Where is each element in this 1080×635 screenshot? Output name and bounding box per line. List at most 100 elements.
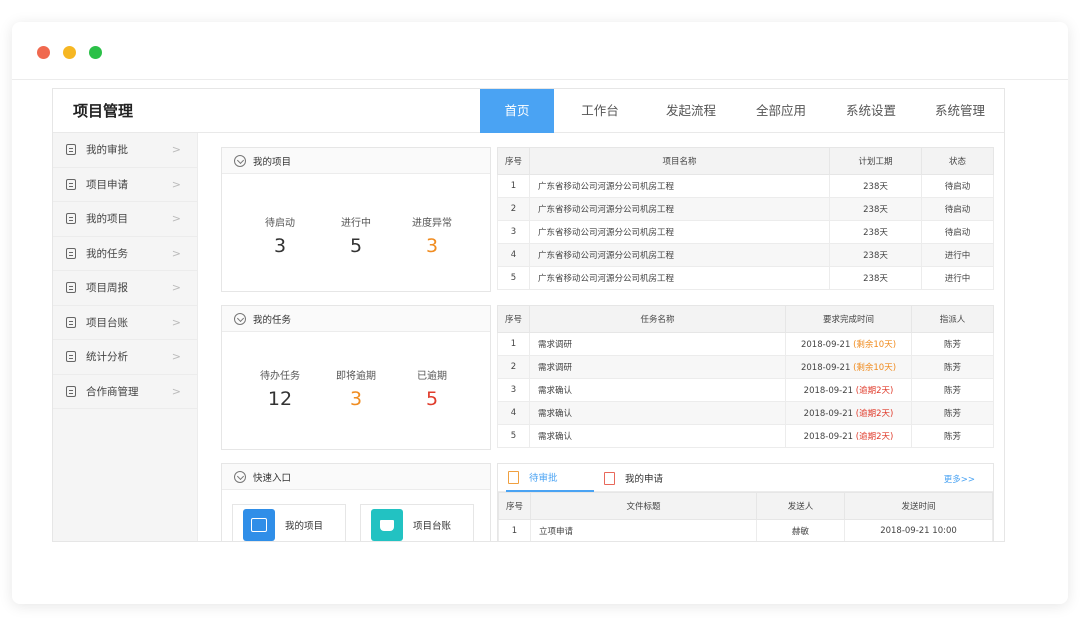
table-row[interactable]: 2 需求调研 2018-09-21 (剩余10天) 陈芳 xyxy=(497,355,994,379)
stat-overdue[interactable]: 已逾期 5 xyxy=(394,367,470,410)
project-status: 待启动 xyxy=(921,220,994,244)
tab-start-process[interactable]: 发起流程 xyxy=(646,89,736,133)
stat-value: 5 xyxy=(425,388,439,410)
list-icon xyxy=(66,178,76,190)
task-assignee: 陈芳 xyxy=(911,401,994,425)
card-title: 快速入口 xyxy=(253,472,292,484)
window-maximize-button[interactable] xyxy=(89,46,102,59)
shortcut-my-projects[interactable]: 我的项目 xyxy=(232,504,346,541)
send-time: 2018-09-21 10:00 xyxy=(844,519,993,541)
pending-doc-icon xyxy=(508,470,519,484)
table-row[interactable]: 3 需求确认 2018-09-21 (逾期2天) 陈芳 xyxy=(497,378,994,402)
table-row[interactable]: 1 立项申请 赫敏 2018-09-21 10:00 xyxy=(498,519,993,541)
table-row[interactable]: 2 广东省移动公司河源分公司机房工程 238天 待启动 xyxy=(497,197,994,221)
row-number: 5 xyxy=(497,424,530,448)
sidebar-item-project-application[interactable]: 项目申请 > xyxy=(53,168,197,202)
sidebar-item-label: 项目申请 xyxy=(86,178,128,191)
my-projects-card: 我的项目 待启动 3 进行中 5 进度异常 3 xyxy=(221,147,491,292)
window-close-button[interactable] xyxy=(37,46,50,59)
sidebar-item-weekly-report[interactable]: 项目周报 > xyxy=(53,271,197,306)
nav-tabs: 首页 工作台 发起流程 全部应用 系统设置 系统管理 xyxy=(480,89,1004,133)
stat-todo[interactable]: 待办任务 12 xyxy=(242,367,318,410)
stat-in-progress[interactable]: 进行中 5 xyxy=(318,214,394,257)
cube-icon xyxy=(234,154,246,167)
cup-icon xyxy=(371,509,403,541)
task-name: 需求调研 xyxy=(529,355,786,379)
stat-label: 进行中 xyxy=(341,218,371,229)
stat-progress-abnormal[interactable]: 进度异常 3 xyxy=(394,214,470,257)
task-name: 需求确认 xyxy=(529,424,786,448)
tab-system-settings[interactable]: 系统设置 xyxy=(826,89,916,133)
project-status: 待启动 xyxy=(921,197,994,221)
project-duration: 238天 xyxy=(829,266,922,290)
chevron-right-icon: > xyxy=(171,315,181,329)
table-row[interactable]: 5 需求确认 2018-09-21 (逾期2天) 陈芳 xyxy=(497,424,994,448)
task-due: 2018-09-21 (剩余10天) xyxy=(785,332,912,356)
column-header: 序号 xyxy=(497,147,530,175)
tab-workbench[interactable]: 工作台 xyxy=(554,89,646,133)
shortcut-label: 项目台账 xyxy=(413,521,452,532)
sidebar-item-my-tasks[interactable]: 我的任务 > xyxy=(53,237,197,271)
sidebar-item-project-ledger[interactable]: 项目台账 > xyxy=(53,306,197,340)
shortcut-label: 我的项目 xyxy=(285,521,324,532)
sender: 赫敏 xyxy=(756,519,845,541)
tab-system-management[interactable]: 系统管理 xyxy=(916,89,1004,133)
stat-value: 3 xyxy=(273,235,287,257)
sidebar-item-partner-management[interactable]: 合作商管理 > xyxy=(53,375,197,409)
task-assignee: 陈芳 xyxy=(911,424,994,448)
project-name: 广东省移动公司河源分公司机房工程 xyxy=(529,197,830,221)
sidebar-item-my-approval[interactable]: 我的审批 > xyxy=(53,133,197,168)
quick-entry-card: 快速入口 我的项目 项目台账 xyxy=(221,463,491,541)
sidebar-item-label: 合作商管理 xyxy=(86,385,139,398)
list-icon xyxy=(66,282,76,294)
stat-pending-start[interactable]: 待启动 3 xyxy=(242,214,318,257)
due-note: (剩余10天) xyxy=(853,363,897,373)
tab-pending-approval[interactable]: 待审批 xyxy=(506,464,594,492)
stat-value: 3 xyxy=(349,388,363,410)
chevron-right-icon: > xyxy=(171,246,181,260)
task-name: 需求确认 xyxy=(529,401,786,425)
due-note: (逾期2天) xyxy=(855,409,894,419)
tab-label: 待审批 xyxy=(529,473,558,484)
table-row[interactable]: 4 广东省移动公司河源分公司机房工程 238天 进行中 xyxy=(497,243,994,267)
stat-label: 进度异常 xyxy=(412,218,452,229)
tab-home[interactable]: 首页 xyxy=(480,89,554,133)
card-header: 我的项目 xyxy=(222,148,490,174)
card-header: 我的任务 xyxy=(222,306,490,332)
tab-all-apps[interactable]: 全部应用 xyxy=(736,89,826,133)
table-row[interactable]: 1 需求调研 2018-09-21 (剩余10天) 陈芳 xyxy=(497,332,994,356)
project-status: 进行中 xyxy=(921,266,994,290)
stat-value: 3 xyxy=(425,235,439,257)
sidebar-item-label: 我的项目 xyxy=(86,213,128,226)
project-name: 广东省移动公司河源分公司机房工程 xyxy=(529,174,830,198)
main-content: 我的项目 待启动 3 进行中 5 进度异常 3 我的任务 待办任务 12 即将逾… xyxy=(199,133,1004,541)
tab-my-applications[interactable]: 我的申请 xyxy=(604,464,663,492)
window-minimize-button[interactable] xyxy=(63,46,76,59)
task-assignee: 陈芳 xyxy=(911,378,994,402)
sidebar-item-my-projects[interactable]: 我的项目 > xyxy=(53,202,197,237)
sidebar-item-statistics[interactable]: 统计分析 > xyxy=(53,340,197,375)
table-row[interactable]: 5 广东省移动公司河源分公司机房工程 238天 进行中 xyxy=(497,266,994,290)
chevron-right-icon: > xyxy=(171,350,181,364)
stat-due-soon[interactable]: 即将逾期 3 xyxy=(318,367,394,410)
due-date: 2018-09-21 xyxy=(803,409,854,419)
column-header: 项目名称 xyxy=(529,147,830,175)
shortcut-project-ledger[interactable]: 项目台账 xyxy=(360,504,474,541)
due-note: (逾期2天) xyxy=(855,386,894,396)
card-title: 我的任务 xyxy=(253,314,292,326)
row-number: 2 xyxy=(497,355,530,379)
sidebar-item-label: 我的任务 xyxy=(86,247,128,260)
approval-card: 待审批 我的申请 更多>> 序号 文件标题 发送人 发送时间 1 立项申请 赫敏… xyxy=(497,463,994,541)
chevron-right-icon: > xyxy=(171,177,181,191)
more-link[interactable]: 更多>> xyxy=(944,473,975,485)
table-row[interactable]: 3 广东省移动公司河源分公司机房工程 238天 待启动 xyxy=(497,220,994,244)
sidebar-item-label: 统计分析 xyxy=(86,351,128,364)
table-row[interactable]: 1 广东省移动公司河源分公司机房工程 238天 待启动 xyxy=(497,174,994,198)
project-duration: 238天 xyxy=(829,220,922,244)
cube-icon xyxy=(234,470,246,483)
document-title: 立项申请 xyxy=(530,519,757,541)
row-number: 3 xyxy=(497,378,530,402)
window-titlebar xyxy=(12,22,1068,80)
table-row[interactable]: 4 需求确认 2018-09-21 (逾期2天) 陈芳 xyxy=(497,401,994,425)
task-table-card: 序号 任务名称 要求完成时间 指派人 1 需求调研 2018-09-21 (剩余… xyxy=(497,305,994,450)
